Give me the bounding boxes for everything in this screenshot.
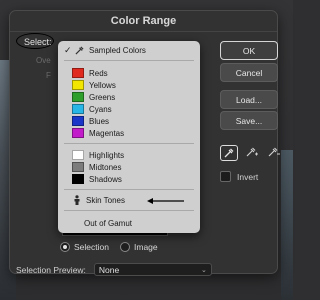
arrow-left-icon [147, 198, 184, 204]
eyedropper-minus-icon[interactable] [266, 145, 282, 159]
menu-item-label: Sampled Colors [89, 45, 146, 55]
ok-button[interactable]: OK [220, 41, 278, 60]
menu-item-greens[interactable]: Greens [58, 91, 200, 103]
image-radio-option[interactable]: Image [120, 242, 158, 252]
eyedropper-plus-icon[interactable] [244, 145, 260, 159]
menu-item-label: Highlights [89, 150, 125, 160]
selection-preview-label: Selection Preview: [16, 264, 86, 275]
menu-item-label: Greens [89, 92, 116, 102]
eyedropper-tools [220, 145, 282, 161]
image-radio-label: Image [134, 242, 158, 252]
invert-label: Invert [237, 171, 259, 182]
menu-item-highlights[interactable]: Highlights [58, 149, 200, 161]
cyan-swatch [72, 104, 84, 114]
selection-radio-option[interactable]: Selection [60, 242, 109, 252]
menu-item-yellows[interactable]: Yellows [58, 79, 200, 91]
dialog-title: Color Range [10, 11, 277, 32]
checkmark-icon: ✓ [64, 44, 72, 55]
menu-item-label: Midtones [89, 162, 122, 172]
menu-separator [64, 210, 194, 211]
menu-item-label: Shadows [89, 174, 122, 184]
white-swatch [72, 150, 84, 160]
select-dropdown-menu: ✓ Sampled Colors Reds Yellows Greens Cya… [58, 41, 200, 233]
black-swatch [72, 174, 84, 184]
menu-item-cyans[interactable]: Cyans [58, 103, 200, 115]
menu-item-shadows[interactable]: Shadows [58, 173, 200, 185]
image-radio[interactable] [120, 242, 130, 252]
chevron-down-icon: ⌄ [201, 266, 207, 274]
menu-item-label: Yellows [89, 80, 116, 90]
menu-item-label: Magentas [89, 128, 125, 138]
menu-item-label: Reds [89, 68, 108, 78]
menu-item-reds[interactable]: Reds [58, 67, 200, 79]
menu-separator [64, 60, 194, 61]
invert-checkbox[interactable] [220, 171, 231, 182]
cancel-button[interactable]: Cancel [220, 63, 278, 82]
gray-swatch [72, 162, 84, 172]
red-swatch [72, 68, 84, 78]
menu-item-blues[interactable]: Blues [58, 115, 200, 127]
load-button[interactable]: Load... [220, 90, 278, 109]
blue-swatch [72, 116, 84, 126]
selection-radio-label: Selection [74, 242, 109, 252]
select-label: Select: [24, 37, 52, 47]
menu-item-label: Cyans [89, 104, 112, 114]
eyedropper-icon [75, 45, 84, 55]
menu-item-midtones[interactable]: Midtones [58, 161, 200, 173]
color-range-dialog: Color Range Select: Ove F OK Cancel Load… [9, 10, 280, 276]
dimmed-label: Ove [36, 56, 51, 65]
yellow-swatch [72, 80, 84, 90]
photo-edge-right [281, 150, 293, 300]
eyedropper-icon[interactable] [220, 145, 238, 161]
menu-item-label: Out of Gamut [84, 218, 133, 228]
person-icon [73, 195, 81, 205]
selection-radio[interactable] [60, 242, 70, 252]
menu-separator [64, 189, 194, 190]
dimmed-label: F [46, 71, 51, 80]
menu-item-label: Skin Tones [86, 195, 125, 205]
menu-item-out-of-gamut[interactable]: Out of Gamut [58, 217, 200, 229]
menu-item-magentas[interactable]: Magentas [58, 127, 200, 139]
menu-item-sampled-colors[interactable]: ✓ Sampled Colors [58, 44, 200, 56]
selection-preview-value: None [98, 264, 120, 275]
save-button[interactable]: Save... [220, 111, 278, 130]
green-swatch [72, 92, 84, 102]
selection-preview-select[interactable]: None ⌄ [93, 263, 212, 276]
menu-separator [64, 143, 194, 144]
magenta-swatch [72, 128, 84, 138]
selection-preview-row: Selection Preview: None ⌄ [16, 263, 212, 276]
menu-item-label: Blues [89, 116, 110, 126]
invert-option[interactable]: Invert [220, 171, 258, 182]
